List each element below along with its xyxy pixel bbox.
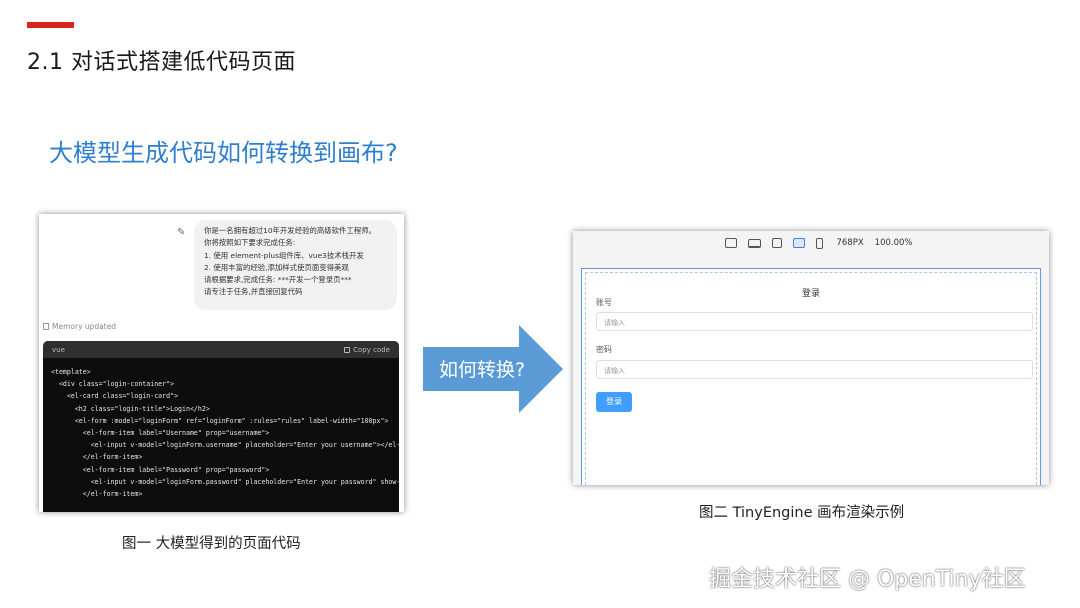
account-label: 账号 bbox=[596, 298, 612, 307]
password-label: 密码 bbox=[596, 345, 612, 354]
memory-status-label: Memory updated bbox=[52, 322, 117, 331]
code-line: <el-form-item label="Password" prop="pas… bbox=[51, 465, 270, 474]
code-line: <el-card class="login-card"> bbox=[51, 392, 179, 401]
memory-status[interactable]: Memory updated bbox=[43, 322, 116, 331]
prompt-line: 你是一名拥有超过10年开发经验的高级软件工程师。 bbox=[204, 226, 377, 235]
accent-bar bbox=[27, 22, 74, 28]
code-line: <template> bbox=[51, 368, 91, 376]
slide-subtitle: 大模型生成代码如何转换到画布? bbox=[49, 139, 398, 167]
code-header: vue Copy code bbox=[43, 341, 399, 358]
login-title: 登录 bbox=[801, 289, 820, 299]
design-canvas[interactable]: 登录 账号 请输入 密码 请输入 登录 bbox=[581, 268, 1041, 485]
section-title: 2.1 对话式搭建低代码页面 bbox=[27, 50, 296, 75]
arrow-label: 如何转换? bbox=[438, 359, 526, 381]
copy-code-button[interactable]: Copy code bbox=[344, 346, 390, 354]
desktop-icon[interactable] bbox=[725, 238, 738, 248]
tablet-landscape-icon[interactable] bbox=[772, 238, 783, 248]
canvas-selection-outline: 登录 账号 请输入 密码 请输入 登录 bbox=[585, 272, 1037, 485]
phone-icon[interactable] bbox=[816, 237, 824, 249]
code-line: <div class="login-container"> bbox=[51, 380, 175, 389]
prompt-line: 你将按照如下要求完成任务: bbox=[204, 238, 296, 248]
canvas-zoom-label[interactable]: 100.00% bbox=[875, 238, 913, 248]
prompt-bubble: 你是一名拥有超过10年开发经验的高级软件工程师。 你将按照如下要求完成任务: 1… bbox=[194, 220, 397, 310]
device-toolbar: 768PX 100.00% bbox=[573, 231, 1049, 255]
canvas-screenshot: 768PX 100.00% 登录 账号 请输入 密码 请输入 登录 bbox=[573, 231, 1049, 485]
code-line: <h2 class="login-title">Login</h2> bbox=[51, 404, 210, 413]
pencil-icon[interactable]: ✎ bbox=[177, 227, 185, 238]
watermark: 掘金技术社区 @ OpenTiny社区 bbox=[709, 567, 1026, 592]
code-line: <el-input v-model="loginForm.password" p… bbox=[51, 477, 399, 486]
copy-icon bbox=[344, 346, 351, 353]
code-line: <el-input v-model="loginForm.username" p… bbox=[51, 441, 399, 450]
chat-screenshot: ✎ 你是一名拥有超过10年开发经验的高级软件工程师。 你将按照如下要求完成任务:… bbox=[39, 214, 404, 512]
tablet-icon[interactable] bbox=[793, 238, 806, 248]
password-input[interactable]: 请输入 bbox=[596, 360, 1033, 379]
code-block: vue Copy code <template> <div class="log… bbox=[43, 341, 399, 512]
code-line: </el-form-item> bbox=[51, 453, 143, 462]
caption-figure-1: 图一 大模型得到的页面代码 bbox=[122, 536, 301, 552]
code-line: <el-form-item label="Username" prop="use… bbox=[51, 429, 270, 438]
prompt-line: 请根据要求,完成任务: ***开发一个登录页*** bbox=[204, 275, 352, 285]
login-button[interactable]: 登录 bbox=[596, 392, 632, 412]
caption-figure-2: 图二 TinyEngine 画布渲染示例 bbox=[699, 505, 905, 521]
code-line: </el-form-item> bbox=[51, 490, 143, 499]
canvas-width-label[interactable]: 768PX bbox=[836, 238, 863, 248]
prompt-line: 请专注于任务,并直接回复代码 bbox=[204, 287, 303, 297]
prompt-line: 1. 使用 element-plus组件库、vue3技术栈开发 bbox=[204, 250, 364, 260]
prompt-line: 2. 使用丰富的经验,添加样式使页面变得美观 bbox=[204, 262, 349, 272]
code-body: <template> <div class="login-container">… bbox=[43, 358, 399, 500]
code-line: <el-form :model="loginForm" ref="loginFo… bbox=[51, 416, 389, 425]
code-language: vue bbox=[52, 345, 65, 354]
memory-icon bbox=[43, 323, 49, 330]
copy-code-label: Copy code bbox=[353, 345, 390, 354]
account-input[interactable]: 请输入 bbox=[596, 312, 1033, 331]
laptop-icon[interactable] bbox=[748, 238, 762, 248]
